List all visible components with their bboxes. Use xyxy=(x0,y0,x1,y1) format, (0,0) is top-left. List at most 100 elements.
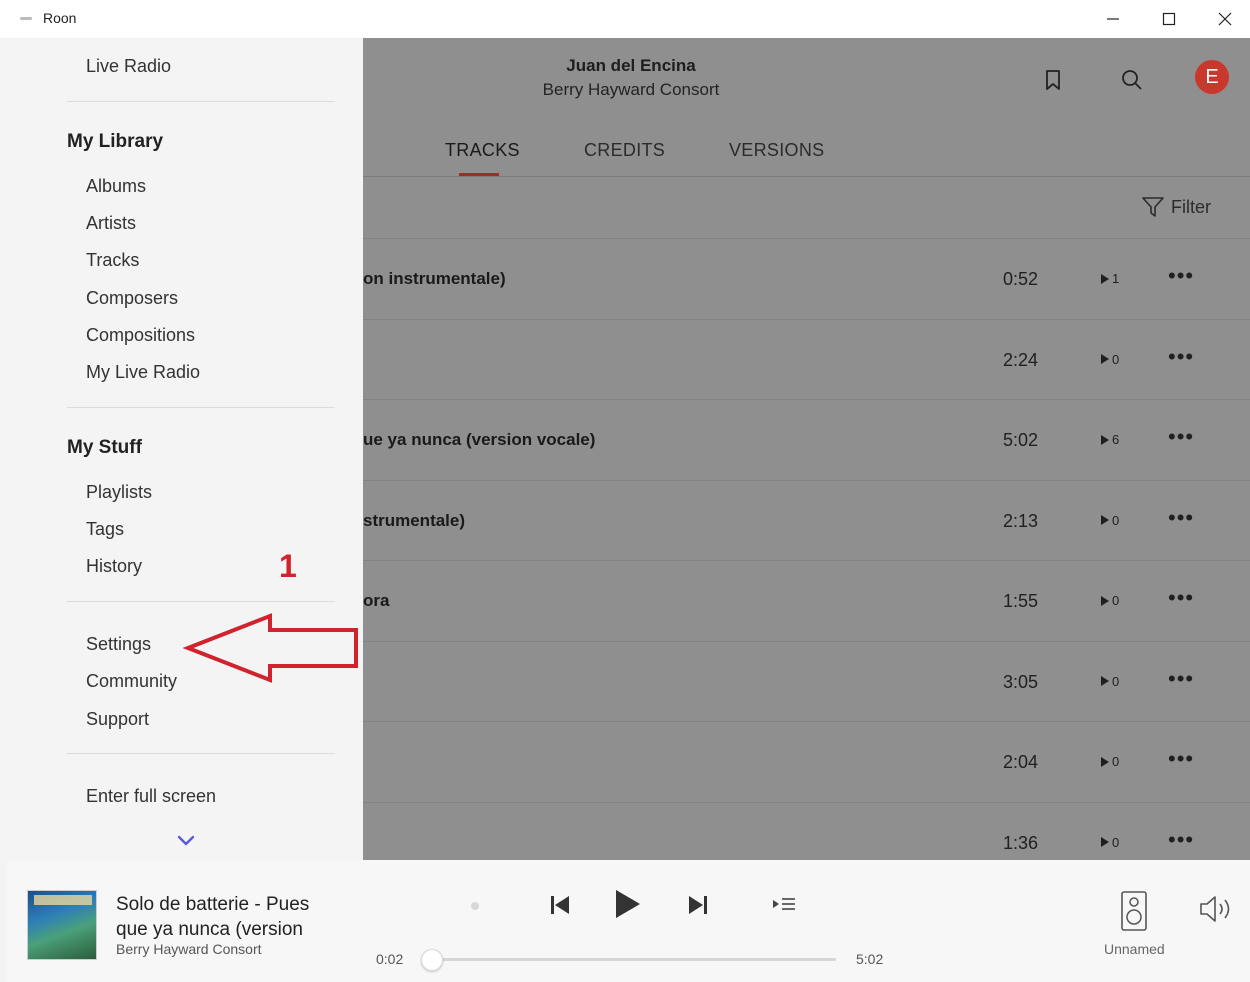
zone-name[interactable]: Unnamed xyxy=(1104,941,1165,957)
play-count: 0 xyxy=(1101,754,1119,769)
divider xyxy=(67,753,335,754)
maximize-icon xyxy=(1162,12,1176,26)
play-icon xyxy=(616,890,640,918)
main-content: Juan del Encina Berry Hayward Consort E … xyxy=(363,38,1250,860)
nav-item-settings[interactable]: Settings xyxy=(86,634,151,655)
nav-item-playlists[interactable]: Playlists xyxy=(86,482,152,503)
speaker-zone-icon[interactable] xyxy=(1120,890,1148,932)
nav-item-full-screen[interactable]: Enter full screen xyxy=(86,786,216,807)
filter-button[interactable]: Filter xyxy=(1141,196,1211,218)
seek-bar[interactable] xyxy=(432,958,836,961)
volume-icon[interactable] xyxy=(1197,894,1237,924)
more-options-button[interactable]: ••• xyxy=(1168,505,1194,531)
track-title[interactable]: ora xyxy=(363,591,389,611)
album-art[interactable] xyxy=(27,890,97,960)
previous-button[interactable] xyxy=(545,890,575,920)
play-count: 0 xyxy=(1101,513,1119,528)
bookmark-button[interactable] xyxy=(1035,62,1071,98)
close-button[interactable] xyxy=(1202,4,1248,34)
track-duration: 3:05 xyxy=(1003,671,1039,692)
play-count-value: 0 xyxy=(1112,593,1120,608)
play-count-value: 0 xyxy=(1112,834,1120,850)
divider xyxy=(363,176,1250,177)
track-title[interactable]: strumentale) xyxy=(363,511,465,531)
play-count-icon xyxy=(1101,434,1109,445)
play-count: 0 xyxy=(1101,352,1119,367)
queue-button[interactable] xyxy=(769,890,799,920)
play-count-icon xyxy=(1101,676,1109,686)
play-count-value: 0 xyxy=(1112,673,1120,689)
divider xyxy=(67,101,335,102)
tab-versions[interactable]: VERSIONS xyxy=(729,140,824,161)
track-duration: 2:13 xyxy=(1003,510,1039,531)
skip-previous-icon xyxy=(551,896,569,914)
table-row[interactable]: 3:05 0 ••• xyxy=(363,640,1250,722)
play-count: 0 xyxy=(1101,835,1119,850)
play-count-icon xyxy=(1101,354,1109,364)
search-button[interactable] xyxy=(1114,62,1150,98)
page-title[interactable]: Juan del Encina xyxy=(363,56,899,76)
avatar[interactable]: E xyxy=(1195,60,1229,94)
tab-tracks[interactable]: TRACKS xyxy=(445,140,520,161)
filter-label: Filter xyxy=(1171,196,1211,217)
table-row[interactable]: on instrumentale) 0:52 1 ••• xyxy=(363,238,1250,319)
total-time: 5:02 xyxy=(856,951,884,967)
nav-item-tags[interactable]: Tags xyxy=(86,519,124,540)
window-title: Roon xyxy=(43,10,77,26)
nav-item-artists[interactable]: Artists xyxy=(86,213,136,234)
chevron-down-icon[interactable] xyxy=(176,834,196,848)
now-playing-artist[interactable]: Berry Hayward Consort xyxy=(116,941,262,957)
nav-item-compositions[interactable]: Compositions xyxy=(86,325,195,346)
table-row[interactable]: 1:36 0 ••• xyxy=(363,801,1250,861)
table-row[interactable]: ora 1:55 0 ••• xyxy=(363,560,1250,641)
now-playing-title[interactable]: Solo de batterie - Pues que ya nunca (ve… xyxy=(116,892,346,942)
more-options-button[interactable]: ••• xyxy=(1168,746,1194,772)
track-duration: 1:55 xyxy=(1003,591,1039,611)
table-row[interactable]: 2:24 0 ••• xyxy=(363,318,1250,400)
play-count-icon xyxy=(1101,756,1109,767)
album-art-label xyxy=(34,895,92,905)
section-my-library: My Library xyxy=(67,131,164,152)
more-options-button[interactable]: ••• xyxy=(1168,827,1194,853)
more-options-button[interactable]: ••• xyxy=(1168,344,1194,370)
play-count-icon xyxy=(1101,515,1109,525)
next-button[interactable] xyxy=(683,890,713,920)
table-row[interactable]: ue ya nunca (version vocale) 5:02 6 ••• xyxy=(363,399,1250,480)
track-title[interactable]: on instrumentale) xyxy=(363,269,506,289)
track-duration: 1:36 xyxy=(1003,832,1039,853)
play-count-value: 6 xyxy=(1112,432,1120,447)
play-count: 0 xyxy=(1101,593,1119,608)
more-options-button[interactable]: ••• xyxy=(1168,424,1194,450)
seek-handle[interactable] xyxy=(421,949,443,971)
nav-item-composers[interactable]: Composers xyxy=(86,288,178,309)
play-count-icon xyxy=(1101,595,1109,606)
more-options-button[interactable]: ••• xyxy=(1168,585,1194,611)
table-row[interactable]: strumentale) 2:13 0 ••• xyxy=(363,479,1250,561)
nav-item-community[interactable]: Community xyxy=(86,671,177,692)
minimize-icon xyxy=(1107,18,1119,20)
nav-item-tracks[interactable]: Tracks xyxy=(86,250,139,271)
annotation-number: 1 xyxy=(279,548,297,584)
nav-item-live-radio[interactable]: Live Radio xyxy=(86,56,171,77)
maximize-button[interactable] xyxy=(1146,4,1192,34)
radio-indicator-button[interactable] xyxy=(467,898,483,914)
queue-icon xyxy=(773,898,795,910)
nav-item-my-live-radio[interactable]: My Live Radio xyxy=(86,362,200,383)
divider xyxy=(67,407,335,408)
play-count: 0 xyxy=(1101,674,1119,689)
side-nav: Live Radio My Library Albums Artists Tra… xyxy=(7,38,363,860)
app-icon xyxy=(20,17,32,20)
nav-item-albums[interactable]: Albums xyxy=(86,176,146,197)
bookmark-icon xyxy=(1046,70,1060,90)
page-subtitle[interactable]: Berry Hayward Consort xyxy=(363,80,899,100)
more-options-button[interactable]: ••• xyxy=(1168,263,1194,289)
minimize-button[interactable] xyxy=(1090,4,1136,34)
nav-item-history[interactable]: History xyxy=(86,556,142,577)
play-count: 6 xyxy=(1101,432,1119,447)
nav-item-support[interactable]: Support xyxy=(86,709,149,730)
more-options-button[interactable]: ••• xyxy=(1168,666,1194,692)
tab-credits[interactable]: CREDITS xyxy=(584,140,665,161)
track-title[interactable]: ue ya nunca (version vocale) xyxy=(363,430,595,450)
play-button[interactable] xyxy=(608,884,648,924)
table-row[interactable]: 2:04 0 ••• xyxy=(363,721,1250,802)
